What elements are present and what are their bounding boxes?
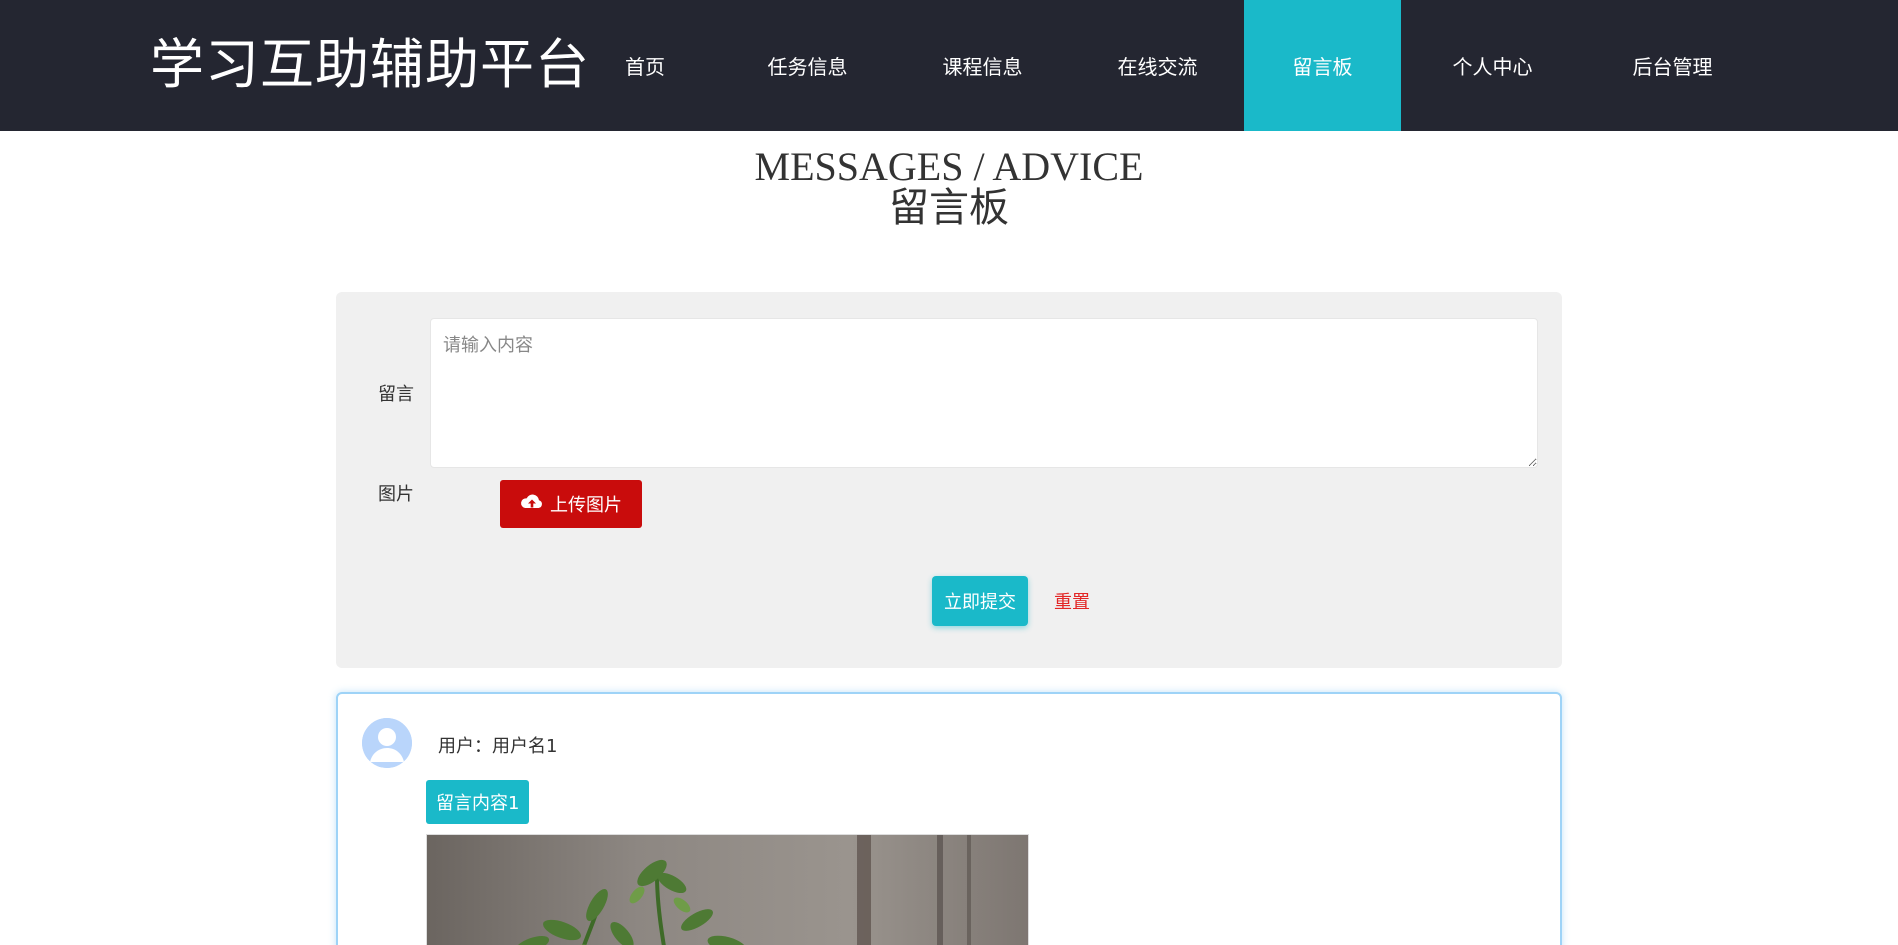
comment-card: 用户：用户名1 留言内容1: [336, 692, 1562, 945]
comment-image[interactable]: [426, 834, 1029, 945]
message-textarea[interactable]: [430, 318, 1538, 468]
comment-user-prefix: 用户：: [438, 736, 492, 757]
user-avatar-icon: [362, 718, 412, 768]
nav-item-online-chat[interactable]: 在线交流: [1080, 0, 1235, 131]
nav-item-message-board[interactable]: 留言板: [1244, 0, 1401, 131]
nav-item-tasks[interactable]: 任务信息: [730, 0, 885, 131]
comment-content-badge: 留言内容1: [426, 780, 530, 824]
reset-button[interactable]: 重置: [1054, 576, 1090, 626]
top-navbar: 学习互助辅助平台 首页 任务信息 课程信息 在线交流 留言板 个人中心 后台管理: [0, 0, 1898, 131]
nav-item-courses[interactable]: 课程信息: [905, 0, 1060, 131]
nav-item-personal-center[interactable]: 个人中心: [1415, 0, 1570, 131]
upload-image-button[interactable]: 上传图片: [500, 480, 642, 528]
nav-item-admin[interactable]: 后台管理: [1595, 0, 1750, 131]
comment-user: 用户：用户名1: [438, 732, 557, 758]
upload-image-label: 上传图片: [550, 495, 622, 516]
image-label: 图片: [378, 484, 414, 505]
cloud-upload-icon: [520, 492, 544, 517]
message-form: 留言 图片 上传图片 立即提交 重置: [336, 292, 1562, 668]
nav-item-home[interactable]: 首页: [580, 0, 710, 131]
submit-button[interactable]: 立即提交: [932, 576, 1028, 626]
message-label: 留言: [378, 384, 414, 405]
comment-user-name: 用户名1: [492, 736, 558, 757]
site-brand[interactable]: 学习互助辅助平台: [150, 30, 590, 100]
page-title-zh: 留言板: [889, 185, 1009, 231]
